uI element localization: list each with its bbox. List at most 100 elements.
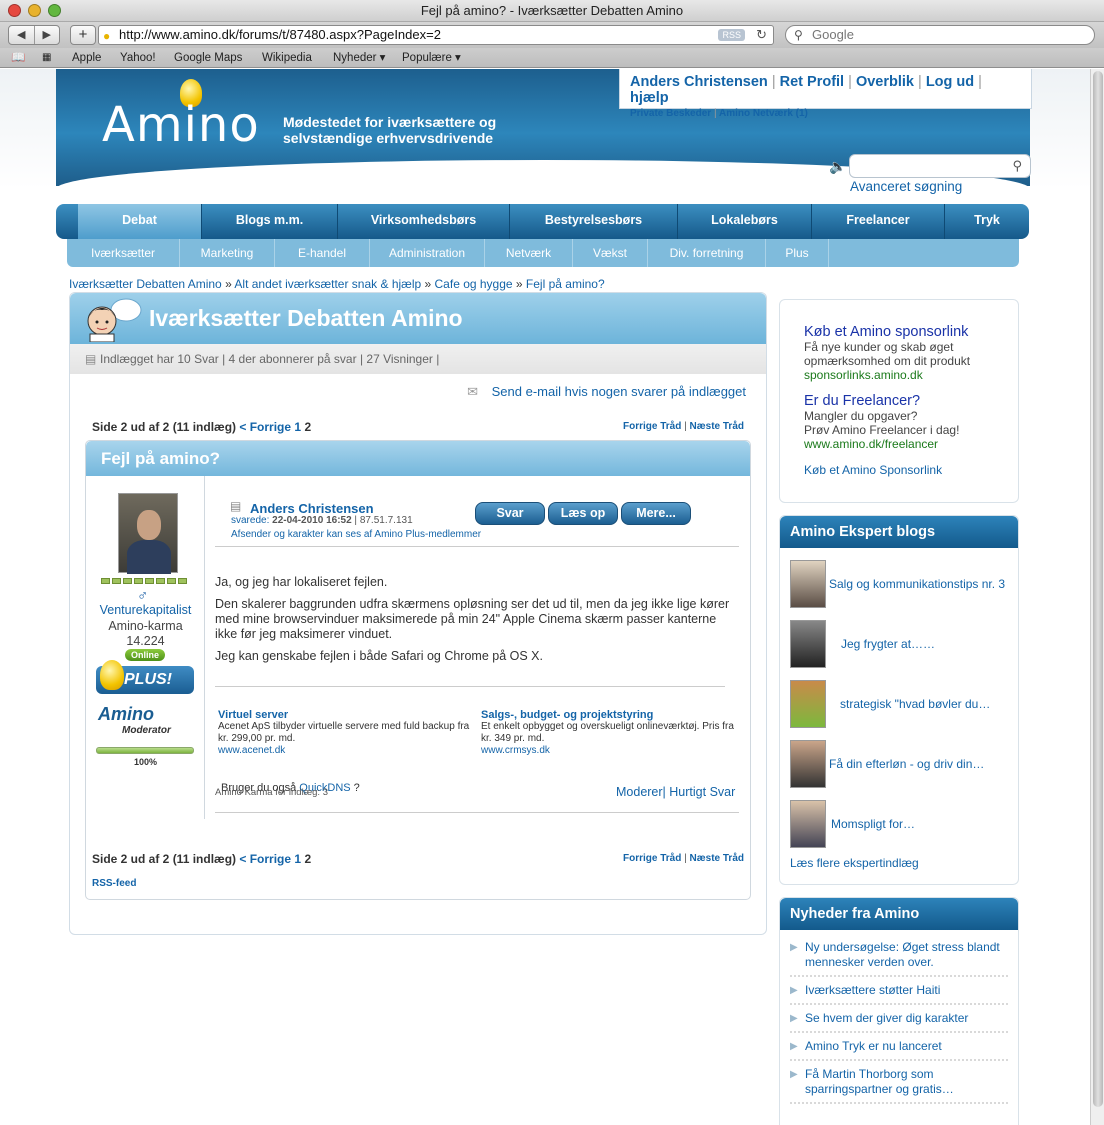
breadcrumb-item[interactable]: Alt andet iværksætter snak & hjælp	[234, 277, 421, 291]
news-item[interactable]: ▶ Iværksættere støtter Haiti	[790, 983, 1008, 1005]
amino-logo[interactable]: Amino	[102, 97, 260, 153]
read-aloud-button[interactable]: Læs op	[548, 502, 618, 525]
nav-bestyrelsesbors[interactable]: Bestyrelsesbørs	[510, 204, 678, 239]
moderate-link[interactable]: Moderer	[616, 785, 663, 799]
plus-member-note[interactable]: Afsender og karakter kan ses af Amino Pl…	[231, 529, 481, 540]
subnav-netvaerk[interactable]: Netværk	[485, 239, 573, 267]
rss-feed-link[interactable]: RSS-feed	[92, 878, 136, 889]
bookmark-nyheder[interactable]: Nyheder ▾	[333, 48, 385, 68]
subnav-marketing[interactable]: Marketing	[180, 239, 275, 267]
nav-tryk[interactable]: Tryk	[945, 204, 1029, 239]
blog-item-title[interactable]: Salg og kommunikationstips nr. 3	[829, 577, 1005, 591]
pager-page-1[interactable]: 1	[294, 420, 301, 434]
logout-link[interactable]: Log ud	[926, 74, 974, 90]
close-window-button[interactable]	[8, 4, 21, 17]
blog-item[interactable]: Jeg frygter at……	[790, 619, 935, 669]
news-item-title[interactable]: Iværksættere støtter Haiti	[805, 983, 940, 997]
speaker-icon[interactable]: 🔈	[829, 158, 846, 175]
overview-link[interactable]: Overblik	[856, 74, 914, 90]
help-link[interactable]: hjælp	[630, 90, 669, 106]
sponsor-url[interactable]: www.amino.dk/freelancer	[804, 437, 1018, 451]
author-rank[interactable]: Venturekapitalist	[86, 603, 205, 617]
blog-item[interactable]: Salg og kommunikationstips nr. 3	[790, 559, 1005, 609]
sponsor-url[interactable]: sponsorlinks.amino.dk	[804, 368, 1018, 382]
breadcrumb-item[interactable]: Cafe og hygge	[435, 277, 513, 291]
bookmark-google-maps[interactable]: Google Maps	[174, 48, 242, 68]
browser-search-field[interactable]: ⚲ Google	[785, 25, 1095, 45]
edit-profile-link[interactable]: Ret Profil	[780, 74, 844, 90]
subnav-ivaerksaetter[interactable]: Iværksætter	[67, 239, 180, 267]
blog-item[interactable]: Få din efterløn - og driv din…	[790, 739, 984, 789]
news-item-title[interactable]: Se hvem der giver dig karakter	[805, 1011, 968, 1025]
prev-thread-link[interactable]: Forrige Tråd	[623, 421, 681, 432]
news-item-title[interactable]: Amino Tryk er nu lanceret	[805, 1039, 942, 1053]
pager-page-1[interactable]: 1	[294, 852, 301, 866]
vertical-scrollbar[interactable]	[1090, 69, 1104, 1125]
quick-reply-link[interactable]: Hurtigt Svar	[669, 785, 735, 799]
blog-item-title[interactable]: Jeg frygter at……	[841, 637, 935, 651]
more-button[interactable]: Mere...	[621, 502, 691, 525]
address-bar[interactable]: ● http://www.amino.dk/forums/t/87480.asp…	[98, 25, 774, 45]
add-bookmark-button[interactable]: +	[70, 25, 96, 45]
nav-debat[interactable]: Debat	[78, 204, 202, 239]
ad-title[interactable]: Salgs-, budget- og projektstyring	[481, 709, 741, 721]
pager-prev-link[interactable]: < Forrige	[239, 852, 291, 866]
bookmark-wikipedia[interactable]: Wikipedia	[262, 48, 312, 68]
news-item[interactable]: ▶ Se hvem der giver dig karakter	[790, 1011, 1008, 1033]
pager-prev-link[interactable]: < Forrige	[239, 420, 291, 434]
plus-badge[interactable]: PLUS!	[96, 660, 194, 694]
news-item[interactable]: ▶ Ny undersøgelse: Øget stress blandt men…	[790, 940, 1008, 977]
breadcrumb-item[interactable]: Fejl på amino?	[526, 277, 605, 291]
subnav-vaekst[interactable]: Vækst	[573, 239, 648, 267]
blog-item-title[interactable]: strategisk "hvad bøvler du…	[840, 697, 990, 711]
nav-lokalebors[interactable]: Lokalebørs	[678, 204, 812, 239]
blog-item[interactable]: strategisk "hvad bøvler du…	[790, 679, 990, 729]
ad-title[interactable]: Virtuel server	[218, 709, 478, 721]
email-notify[interactable]: ✉ Send e-mail hvis nogen svarer på indlæ…	[467, 384, 746, 400]
bookmark-apple[interactable]: Apple	[72, 48, 101, 68]
back-button[interactable]: ◀	[9, 26, 35, 44]
buy-sponsorlink-link[interactable]: Køb et Amino Sponsorlink	[804, 463, 1018, 477]
blog-item-title[interactable]: Momspligt for…	[831, 817, 915, 831]
site-search-input[interactable]: ⚲	[849, 154, 1031, 178]
bookmark-populaere[interactable]: Populære ▾	[402, 48, 461, 68]
subnav-plus[interactable]: Plus	[766, 239, 829, 267]
blog-item-title[interactable]: Få din efterløn - og driv din…	[829, 757, 984, 771]
sponsor-heading[interactable]: Køb et Amino sponsorlink	[804, 324, 1018, 340]
private-messages-link[interactable]: Private Beskeder	[630, 108, 711, 119]
advanced-search-link[interactable]: Avanceret søgning	[850, 179, 962, 194]
bookmark-yahoo[interactable]: Yahoo!	[120, 48, 156, 68]
top-sites-icon[interactable]: ▦	[42, 48, 51, 68]
nav-freelancer[interactable]: Freelancer	[812, 204, 945, 239]
next-thread-link[interactable]: Næste Tråd	[690, 853, 744, 864]
reload-icon[interactable]: ↻	[756, 26, 767, 44]
subnav-administration[interactable]: Administration	[370, 239, 485, 267]
minimize-window-button[interactable]	[28, 4, 41, 17]
ad-url[interactable]: www.acenet.dk	[218, 745, 478, 757]
user-name-link[interactable]: Anders Christensen	[630, 74, 768, 90]
prev-thread-link[interactable]: Forrige Tråd	[623, 853, 681, 864]
news-item-title[interactable]: Ny undersøgelse: Øget stress blandt menn…	[805, 940, 1000, 969]
avatar[interactable]	[118, 493, 178, 574]
reading-list-icon[interactable]: 📖	[11, 48, 25, 68]
sponsor-heading[interactable]: Er du Freelancer?	[804, 393, 1018, 409]
network-link[interactable]: Amino Netværk (1)	[719, 108, 808, 119]
scrollbar-thumb[interactable]	[1093, 71, 1103, 1107]
subnav-div-forretning[interactable]: Div. forretning	[648, 239, 766, 267]
nav-virksomhedsbors[interactable]: Virksomhedsbørs	[338, 204, 510, 239]
breadcrumb-item[interactable]: Iværksætter Debatten Amino	[69, 277, 222, 291]
forward-button[interactable]: ▶	[35, 26, 60, 44]
news-item[interactable]: ▶ Få Martin Thorborg som sparringspartner…	[790, 1067, 1008, 1104]
more-expert-posts-link[interactable]: Læs flere ekspertindlæg	[790, 856, 919, 870]
search-icon[interactable]: ⚲	[1012, 158, 1022, 174]
news-item[interactable]: ▶ Amino Tryk er nu lanceret	[790, 1039, 1008, 1061]
blog-item[interactable]: Momspligt for…	[790, 799, 915, 849]
news-item-title[interactable]: Få Martin Thorborg som sparringspartner …	[805, 1067, 954, 1096]
rss-button[interactable]: RSS	[718, 29, 745, 41]
reply-button[interactable]: Svar	[475, 502, 545, 525]
email-notify-link[interactable]: Send e-mail hvis nogen svarer på indlægg…	[492, 384, 746, 399]
subnav-ehandel[interactable]: E-handel	[275, 239, 370, 267]
post-author-link[interactable]: Anders Christensen	[250, 501, 374, 516]
nav-blogs[interactable]: Blogs m.m.	[202, 204, 338, 239]
next-thread-link[interactable]: Næste Tråd	[690, 421, 744, 432]
